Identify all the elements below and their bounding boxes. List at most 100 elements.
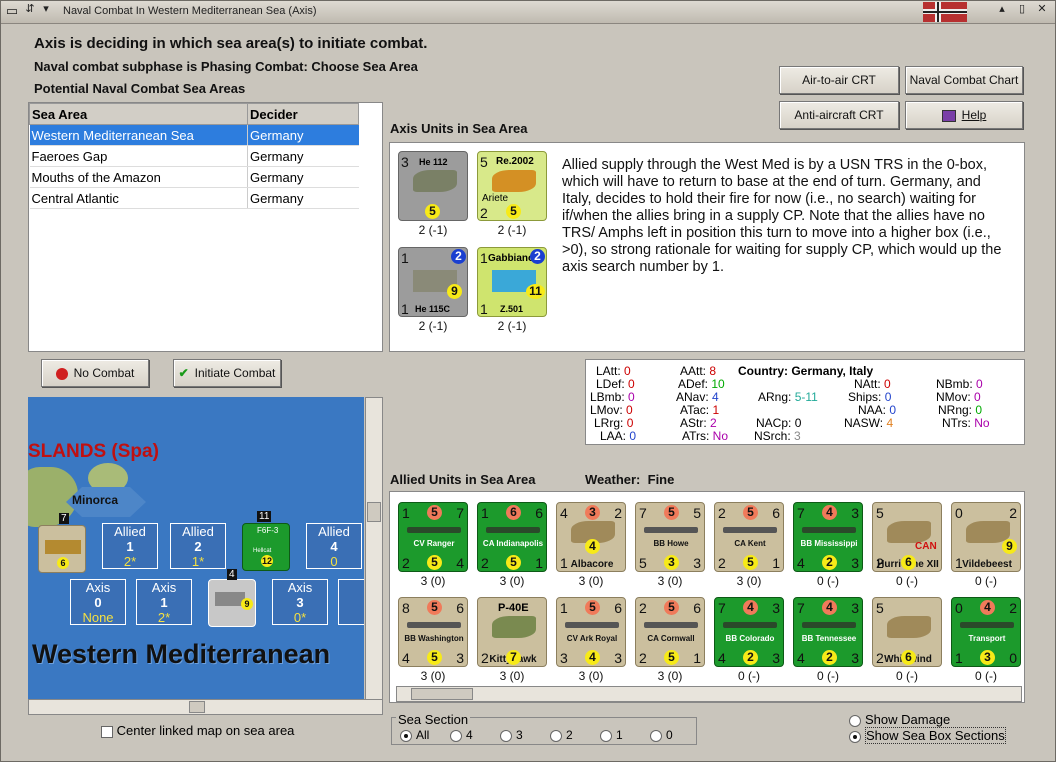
unit-range: 2	[876, 555, 884, 571]
sea-box-axis-0[interactable]: Axis 0 None	[70, 579, 126, 625]
allied-unit-counter[interactable]: 7 4 3 BB Colorado 4 2 3	[714, 597, 784, 667]
scroll-thumb[interactable]	[189, 701, 205, 713]
weather-label: Weather:	[585, 472, 641, 487]
radio[interactable]	[849, 730, 861, 743]
sea-box-allied-1[interactable]: Allied 1 2*	[102, 523, 158, 569]
sea-box-axis-partial[interactable]	[338, 579, 364, 625]
table-row[interactable]: Central Atlantic Germany	[29, 187, 359, 209]
unit-name: CA Cornwall	[647, 634, 695, 643]
unit-re2002[interactable]: 5 Re.2002 Ariete 2 5	[477, 151, 547, 221]
unit-strength: 0 (-)	[817, 574, 839, 588]
map-unit-hellcat[interactable]: F6F-3 Hellcat 12	[242, 523, 290, 571]
unit-name: Transport	[968, 634, 1006, 643]
unit-naval-value: 3	[772, 650, 780, 666]
allied-unit-counter[interactable]: 7 4 3 BB Mississippi 4 2 3	[793, 502, 863, 572]
naval-combat-chart-button[interactable]: Naval Combat Chart	[905, 66, 1023, 94]
unit-air-range: 4	[585, 650, 600, 665]
section-option-2[interactable]: 2	[550, 728, 573, 742]
unit-z501[interactable]: 1 Gabbiano 2 11 1 Z.501	[477, 247, 547, 317]
section-option-3[interactable]: 3	[500, 728, 523, 742]
center-map-checkbox[interactable]	[101, 725, 113, 738]
radio[interactable]	[550, 729, 562, 742]
allied-unit-counter[interactable]: 5CANHurricane XII26	[872, 502, 942, 572]
allied-unit-counter[interactable]: 7 4 3 BB Tennessee 4 2 3	[793, 597, 863, 667]
unit-strength: 3 (0)	[578, 574, 604, 588]
allied-unit-counter[interactable]: 5Whirlwind26	[872, 597, 942, 667]
show-sections-option[interactable]: Show Sea Box Sections	[849, 727, 1006, 744]
allied-units-panel: 1 5 7 CV Ranger 2 5 4 3 (0) 1 6 6 CA Indianapolis 2 5…	[389, 491, 1025, 703]
ship-icon	[565, 622, 619, 628]
window-menu-icon[interactable]: ▭	[5, 4, 19, 18]
unit-range: 6	[57, 557, 69, 569]
unit-he112[interactable]: 3 He 112 5	[398, 151, 468, 221]
sea-box-allied-4[interactable]: Allied 4 0	[306, 523, 362, 569]
center-map-option[interactable]: Center linked map on sea area	[101, 723, 294, 738]
status-line-1: Axis is deciding in which sea area(s) to…	[34, 35, 428, 52]
unit-strength: 2 (-1)	[497, 319, 527, 333]
unit-name: BB Mississippi	[800, 539, 858, 548]
allied-hscrollbar[interactable]	[396, 686, 1022, 702]
allied-unit-counter[interactable]: 7 5 5 BB Howe 5 3 3	[635, 502, 705, 572]
sea-box-axis-3[interactable]: Axis 3 0*	[272, 579, 328, 625]
radio[interactable]	[450, 729, 462, 742]
close-icon[interactable]: ✕	[1035, 3, 1049, 17]
section-option-all[interactable]: All	[400, 728, 429, 742]
radio[interactable]	[650, 729, 662, 742]
unit-strength: 0 (-)	[975, 574, 997, 588]
no-combat-button[interactable]: No Combat	[41, 359, 149, 387]
minimize-icon[interactable]: ▾	[39, 3, 53, 17]
restore-icon[interactable]: ⇵	[23, 3, 37, 17]
anti-aircraft-crt-button[interactable]: Anti-aircraft CRT	[779, 101, 899, 129]
sea-box-axis-1[interactable]: Axis 1 2*	[136, 579, 192, 625]
allied-unit-counter[interactable]: 2 5 6 CA Cornwall 2 5 1	[635, 597, 705, 667]
col-sea-area[interactable]: Sea Area	[29, 103, 248, 125]
show-damage-option[interactable]: Show Damage	[849, 712, 950, 727]
table-row[interactable]: Mouths of the Amazon Germany	[29, 166, 359, 188]
allied-unit-counter[interactable]: 2 5 6 CA Kent 2 5 1	[714, 502, 784, 572]
stat-nbmb: NBmb: 0	[936, 377, 983, 391]
radio[interactable]	[600, 729, 612, 742]
map-unit-hurricane[interactable]: 6	[38, 525, 86, 573]
table-row[interactable]: Faeroes Gap Germany	[29, 145, 359, 167]
allied-unit-counter[interactable]: 1 5 7 CV Ranger 2 5 4	[398, 502, 468, 572]
allied-unit-counter[interactable]: 8 5 6 BB Washington 4 5 3	[398, 597, 468, 667]
unit-range: 2	[639, 650, 647, 666]
scroll-thumb[interactable]	[367, 502, 381, 522]
map-unit-he115c[interactable]: 9	[208, 579, 256, 627]
table-row[interactable]: Western Mediterranean Sea Germany	[29, 124, 359, 146]
air-to-air-crt-button[interactable]: Air-to-air CRT	[779, 66, 899, 94]
unit-attack: 7	[639, 505, 647, 521]
ship-icon	[407, 622, 461, 628]
show-damage-label: Show Damage	[865, 712, 951, 727]
unit-range: 4	[797, 555, 805, 571]
section-option-1[interactable]: 1	[600, 728, 623, 742]
allied-unit-counter[interactable]: 0 2 Vildebeest 1 9	[951, 502, 1021, 572]
unit-move: 3	[851, 505, 859, 521]
unit-range: 2	[718, 555, 726, 571]
scroll-thumb[interactable]	[411, 688, 473, 700]
unit-strength: 0 (-)	[738, 669, 760, 683]
maximize-icon[interactable]: ▯	[1015, 3, 1029, 17]
unit-range: 2	[481, 555, 489, 571]
unit-attack: 7	[718, 600, 726, 616]
radio[interactable]	[400, 729, 412, 742]
allied-unit-counter[interactable]: 1 5 6 CV Ark Royal 3 4 3	[556, 597, 626, 667]
allied-unit-counter[interactable]: 1 6 6 CA Indianapolis 2 5 1	[477, 502, 547, 572]
initiate-combat-button[interactable]: ✔ Initiate Combat	[173, 359, 281, 387]
shade-icon[interactable]: ▴	[995, 3, 1009, 17]
allied-units-heading: Allied Units in Sea Area	[390, 472, 536, 487]
unit-he115c[interactable]: 1 2 9 1 He 115C	[398, 247, 468, 317]
sea-box-allied-2[interactable]: Allied 2 1*	[170, 523, 226, 569]
radio[interactable]	[500, 729, 512, 742]
map-vscrollbar[interactable]	[365, 397, 383, 701]
section-option-4[interactable]: 4	[450, 728, 473, 742]
col-decider[interactable]: Decider	[247, 103, 359, 125]
radio[interactable]	[849, 714, 861, 727]
allied-unit-counter[interactable]: 4 3 2 Albacore 1 4	[556, 502, 626, 572]
help-button[interactable]: Help	[905, 101, 1023, 129]
allied-unit-counter[interactable]: P-40EKittyhawk27	[477, 597, 547, 667]
map-hscrollbar[interactable]	[28, 699, 383, 715]
section-option-0[interactable]: 0	[650, 728, 673, 742]
allied-unit-counter[interactable]: 0 4 2 Transport 1 3 0	[951, 597, 1021, 667]
linked-map[interactable]: SLANDS (Spa) Minorca 6 7 Allied 1 2* Allie…	[28, 397, 364, 699]
